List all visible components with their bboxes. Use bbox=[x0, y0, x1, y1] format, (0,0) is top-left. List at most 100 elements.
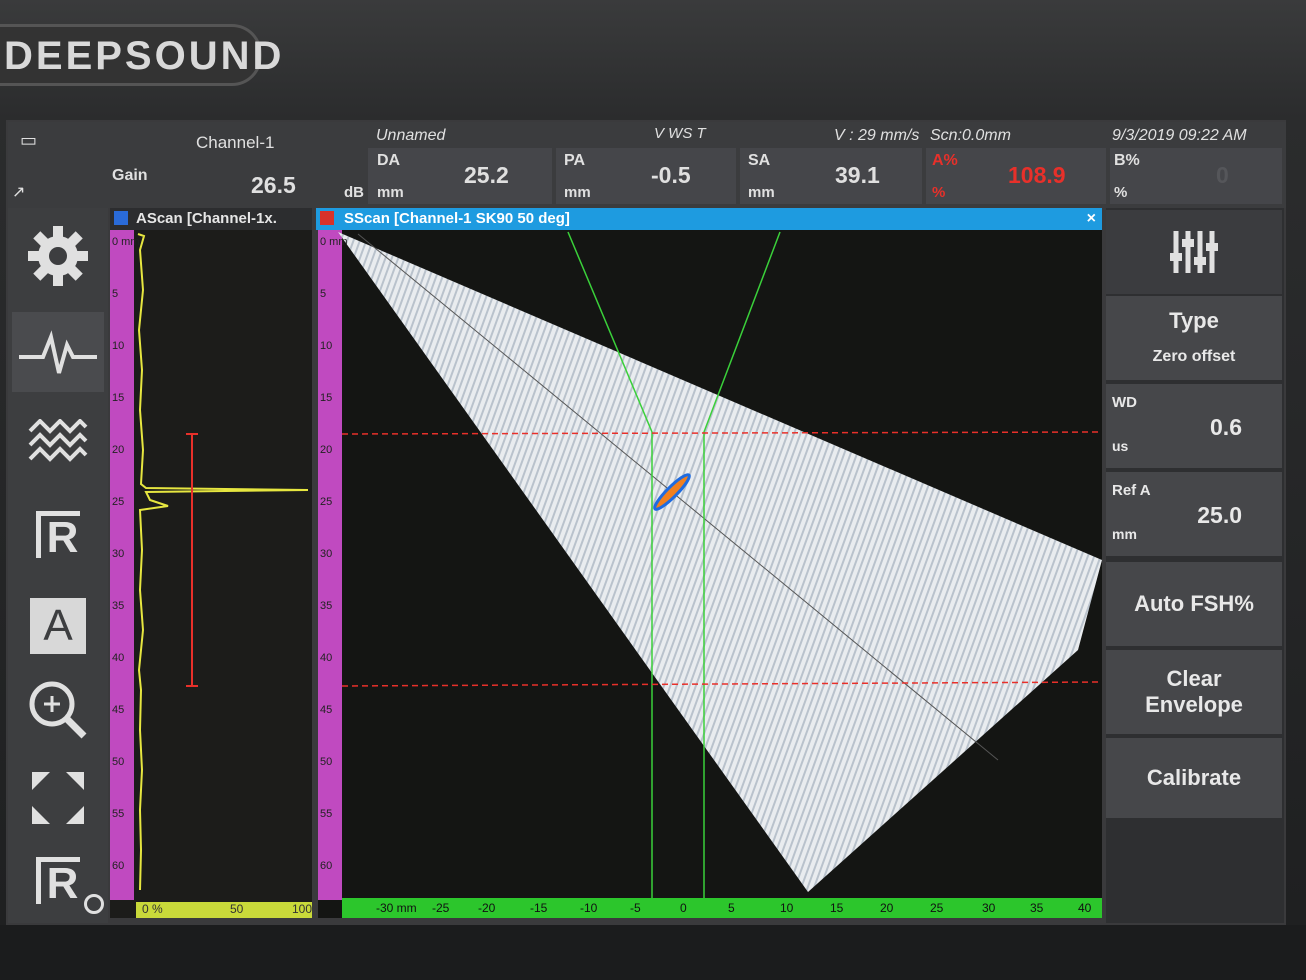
sa-unit: mm bbox=[748, 184, 775, 201]
depth-tick: 30 bbox=[112, 548, 125, 560]
x-tick: -15 bbox=[530, 901, 548, 915]
depth-tick: 50 bbox=[320, 756, 333, 768]
x-tick: 0 bbox=[680, 901, 687, 915]
depth-tick: 55 bbox=[320, 808, 333, 820]
pa-value: -0.5 bbox=[651, 162, 691, 188]
sscan-header[interactable]: SScan [Channel-1 SK90 50 deg] × bbox=[316, 208, 1102, 230]
device-bezel-bottom bbox=[0, 925, 1306, 980]
sa-label: SA bbox=[748, 152, 771, 169]
depth-tick: 5 bbox=[320, 288, 327, 300]
depth-tick: 35 bbox=[112, 600, 125, 612]
pa-label: PA bbox=[564, 152, 586, 169]
x-tick: -20 bbox=[478, 901, 496, 915]
sector-beam bbox=[338, 232, 1102, 892]
ascan-header[interactable]: AScan [Channel-1x. bbox=[110, 208, 312, 230]
scan-wave-icon[interactable] bbox=[12, 402, 104, 482]
x-tick: -25 bbox=[432, 901, 450, 915]
reading-sa[interactable]: SA mm 39.1 bbox=[740, 148, 922, 204]
wd-unit: us bbox=[1112, 438, 1129, 454]
depth-tick: 0 mm bbox=[112, 236, 140, 248]
ref-a-value: 25.0 bbox=[1197, 502, 1242, 528]
calibrate-label: Calibrate bbox=[1146, 765, 1242, 790]
x-tick: 35 bbox=[1030, 901, 1044, 915]
wd-field[interactable]: WD us 0.6 bbox=[1106, 384, 1282, 468]
depth-tick: 20 bbox=[112, 444, 125, 456]
da-label: DA bbox=[377, 152, 401, 169]
sscan-plot bbox=[338, 231, 1102, 898]
depth-tick: 45 bbox=[320, 704, 333, 716]
depth-tick: 50 bbox=[112, 756, 125, 768]
parameter-menu-button[interactable] bbox=[1106, 210, 1282, 294]
x-tick: 15 bbox=[830, 901, 844, 915]
calibrate-button[interactable]: Calibrate bbox=[1106, 738, 1282, 818]
wd-value: 0.6 bbox=[1210, 414, 1242, 440]
reading-da[interactable]: DA mm 25.2 bbox=[368, 148, 552, 204]
reading-b-percent[interactable]: B% % 0 bbox=[1110, 148, 1282, 204]
gain-label: Gain bbox=[112, 167, 148, 184]
ascan-view[interactable] bbox=[110, 230, 312, 918]
record-icon[interactable] bbox=[84, 894, 104, 914]
depth-tick: 35 bbox=[320, 600, 333, 612]
close-icon[interactable]: × bbox=[1087, 208, 1096, 230]
da-value: 25.2 bbox=[464, 162, 509, 188]
depth-tick: 40 bbox=[112, 652, 125, 664]
ref-a-field[interactable]: Ref A mm 25.0 bbox=[1106, 472, 1282, 556]
amplitude-a-icon[interactable]: A bbox=[12, 586, 104, 666]
depth-tick: 45 bbox=[112, 704, 125, 716]
ascan-signal bbox=[137, 233, 309, 891]
depth-tick: 10 bbox=[112, 340, 125, 352]
a-percent-unit: % bbox=[932, 184, 946, 201]
depth-tick: 10 bbox=[320, 340, 333, 352]
auto-fsh-button[interactable]: Auto FSH% bbox=[1106, 562, 1282, 646]
depth-tick: 25 bbox=[112, 496, 125, 508]
b-percent-unit: % bbox=[1114, 184, 1128, 201]
signal-icon: ↗ bbox=[12, 184, 26, 201]
reading-pa[interactable]: PA mm -0.5 bbox=[556, 148, 736, 204]
velocity-readout: V : 29 mm/s bbox=[834, 127, 920, 144]
pa-unit: mm bbox=[564, 184, 591, 201]
ascan-amp-tick-1: 50 bbox=[230, 902, 244, 916]
depth-tick: 20 bbox=[320, 444, 333, 456]
clear-envelope-button[interactable]: Clear Envelope bbox=[1106, 650, 1282, 734]
brand-logo: DEEPSOUND bbox=[0, 24, 281, 86]
sscan-view[interactable] bbox=[318, 230, 1102, 918]
depth-tick: 40 bbox=[320, 652, 333, 664]
mode-flags: V WS T bbox=[654, 125, 706, 142]
depth-tick: 55 bbox=[112, 808, 125, 820]
zoom-icon[interactable] bbox=[12, 670, 104, 750]
clear-envelope-label: Clear Envelope bbox=[1145, 666, 1243, 717]
gain-value[interactable]: 26.5 bbox=[251, 172, 296, 199]
fullscreen-icon[interactable] bbox=[12, 758, 104, 838]
sa-value: 39.1 bbox=[835, 162, 880, 188]
ref-a-unit: mm bbox=[1112, 526, 1137, 542]
b-percent-value: 0 bbox=[1216, 162, 1229, 188]
sscan-title: SScan [Channel-1 SK90 50 deg] bbox=[344, 210, 570, 227]
battery-icon: ▭ bbox=[20, 130, 38, 150]
x-tick: -5 bbox=[630, 901, 641, 915]
x-tick: 10 bbox=[780, 901, 794, 915]
status-bar: ▭ ↗ Channel-1 Gain 26.5 dB Unnamed V WS … bbox=[8, 122, 1286, 208]
reference-r-icon[interactable]: R bbox=[12, 494, 104, 574]
ref-a-label: Ref A bbox=[1112, 482, 1151, 499]
settings-gear-icon[interactable] bbox=[12, 216, 104, 296]
x-tick: 5 bbox=[728, 901, 735, 915]
ascan-plot bbox=[137, 233, 309, 891]
depth-tick: 15 bbox=[112, 392, 125, 404]
b-percent-label: B% bbox=[1114, 152, 1140, 169]
ascan-window-icon bbox=[114, 211, 128, 225]
sscan-window-icon bbox=[320, 211, 334, 225]
x-tick: 30 bbox=[982, 901, 996, 915]
depth-tick: 0 mm bbox=[320, 236, 348, 248]
type-label: Type bbox=[1169, 308, 1219, 333]
da-unit: mm bbox=[377, 184, 404, 201]
channel-name[interactable]: Channel-1 bbox=[196, 133, 274, 153]
ascan-amp-tick-2: 100 bbox=[292, 902, 313, 916]
waveform-icon[interactable] bbox=[12, 312, 104, 392]
date-time: 9/3/2019 09:22 AM bbox=[1112, 127, 1247, 144]
a-percent-value: 108.9 bbox=[1008, 162, 1066, 188]
type-selector[interactable]: Type Zero offset bbox=[1106, 296, 1282, 380]
x-tick: -30 mm bbox=[376, 901, 417, 915]
x-tick: 20 bbox=[880, 901, 894, 915]
ascan-amp-tick-0: 0 % bbox=[142, 902, 163, 916]
reading-a-percent[interactable]: A% % 108.9 bbox=[926, 148, 1106, 204]
